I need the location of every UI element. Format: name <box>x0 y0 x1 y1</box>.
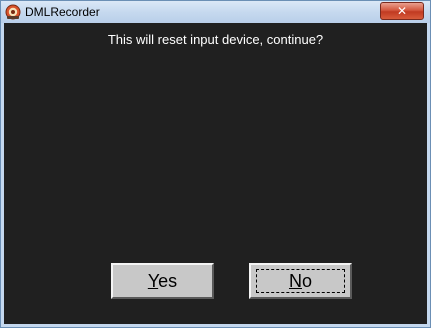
dialog-window: DMLRecorder ✕ This will reset input devi… <box>0 0 431 328</box>
yes-label-rest: es <box>158 271 178 291</box>
yes-mnemonic: Y <box>147 271 159 291</box>
close-button[interactable]: ✕ <box>380 2 424 20</box>
no-button-label: No <box>289 271 312 291</box>
close-icon: ✕ <box>396 4 408 18</box>
title-bar[interactable]: DMLRecorder ✕ <box>1 1 430 23</box>
recorder-app-icon <box>5 4 21 20</box>
window-title: DMLRecorder <box>25 5 100 19</box>
confirmation-message: This will reset input device, continue? <box>107 32 324 47</box>
no-mnemonic: N <box>288 271 302 291</box>
yes-button[interactable]: Yes <box>111 263 214 299</box>
no-label-rest: o <box>301 271 312 291</box>
no-button[interactable]: No <box>249 263 352 299</box>
yes-button-label: Yes <box>148 271 177 291</box>
dialog-body: This will reset input device, continue? … <box>4 23 427 324</box>
